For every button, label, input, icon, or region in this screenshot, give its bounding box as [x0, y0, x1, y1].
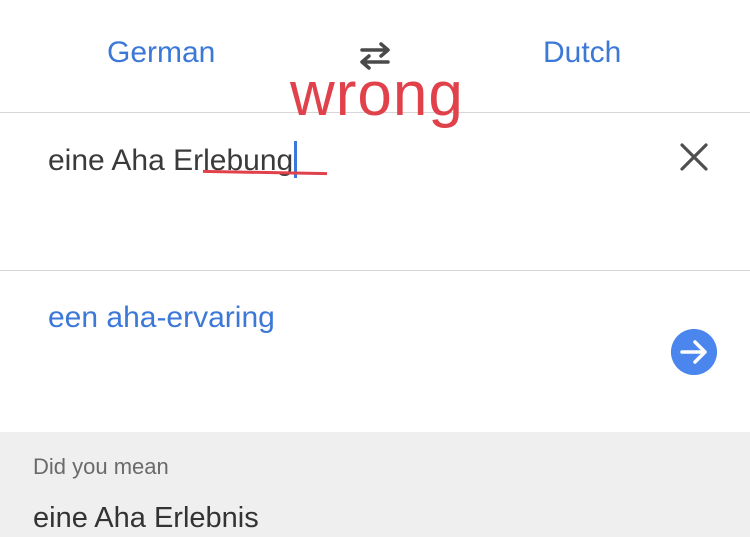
translation-area: een aha-ervaring: [0, 271, 750, 432]
did-you-mean-panel[interactable]: Did you mean eine Aha Erlebnis: [0, 432, 750, 537]
source-text-area[interactable]: eine Aha Erlebung: [0, 113, 750, 271]
close-icon[interactable]: [678, 141, 710, 173]
source-text-prefix: eine Aha E: [48, 144, 194, 177]
did-you-mean-label: Did you mean: [33, 454, 169, 479]
struck-text-wrapper: rlebung: [193, 144, 328, 178]
translation-text[interactable]: een aha-ervaring: [48, 301, 275, 335]
source-language-button[interactable]: German: [107, 36, 215, 70]
did-you-mean-suggestion[interactable]: eine Aha Erlebnis: [33, 502, 259, 535]
source-text[interactable]: eine Aha Erlebung: [48, 141, 328, 178]
arrow-right-circle-icon[interactable]: [671, 329, 717, 375]
target-language-button[interactable]: Dutch: [543, 36, 621, 70]
wrong-annotation: wrong: [290, 60, 464, 129]
